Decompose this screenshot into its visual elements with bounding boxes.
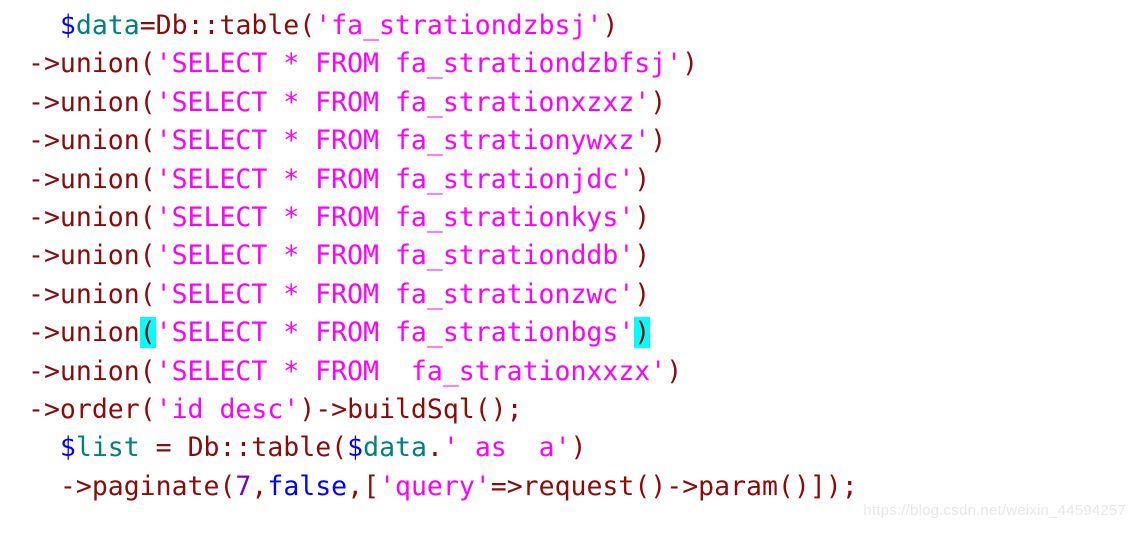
- code-token-sigil: $: [59, 432, 76, 464]
- code-token-var: data: [75, 10, 140, 41]
- code-token-plain: ->union(: [28, 163, 156, 195]
- code-token-plain: ->union(: [28, 48, 156, 80]
- code-token-number: 7: [235, 470, 252, 502]
- code-token-string: ' as a': [442, 432, 571, 464]
- code-token-plain: ->union(: [28, 201, 156, 233]
- code-token-string: 'SELECT * FROM fa_strationzwc': [155, 278, 635, 310]
- code-token-string: 'id desc': [155, 393, 300, 425]
- code-token-plain: ): [634, 201, 651, 233]
- code-token-var: data: [363, 432, 427, 464]
- code-line[interactable]: ->union('SELECT * FROM fa_strationjdc'): [0, 161, 1134, 199]
- code-token-plain: ): [634, 240, 651, 272]
- code-token-plain: ->union(: [28, 125, 156, 157]
- code-line[interactable]: ->union('SELECT * FROM fa_strationxxzx'): [0, 353, 1134, 391]
- code-token-sigil: $: [347, 432, 364, 464]
- code-line[interactable]: ->union('SELECT * FROM fa_strationdzbfsj…: [0, 45, 1134, 83]
- code-token-plain: .: [426, 432, 443, 464]
- code-token-plain: ->union(: [28, 278, 156, 310]
- code-token-plain: ): [650, 125, 667, 157]
- code-token-plain: ,: [251, 470, 268, 502]
- code-line[interactable]: ->union('SELECT * FROM fa_strationzwc'): [0, 276, 1134, 314]
- code-token-string: 'SELECT * FROM fa_strationxxzx': [155, 355, 667, 387]
- code-token-plain: ): [650, 86, 667, 118]
- code-token-sigil: $: [59, 10, 76, 41]
- code-token-plain: ->union(: [28, 240, 156, 272]
- code-token-string: 'SELECT * FROM fa_strationdzbfsj': [155, 48, 683, 80]
- code-token-var: list: [75, 432, 140, 464]
- code-token-string: 'SELECT * FROM fa_strationbgs': [155, 317, 635, 349]
- code-token-plain: ->union: [28, 317, 140, 349]
- code-token-plain: ,[: [347, 470, 380, 502]
- code-line[interactable]: ->union('SELECT * FROM fa_strationbgs'): [0, 314, 1134, 352]
- code-token-string: 'SELECT * FROM fa_strationjdc': [155, 163, 635, 195]
- code-token-plain: ): [602, 10, 619, 41]
- code-line[interactable]: ->union('SELECT * FROM fa_strationkys'): [0, 199, 1134, 237]
- code-token-plain: =>request()->param()]);: [490, 470, 858, 502]
- code-token-plain: = Db::table(: [139, 432, 348, 464]
- code-line[interactable]: $list = Db::table($data.' as a'): [0, 429, 1134, 467]
- code-token-string: 'query': [379, 470, 491, 502]
- code-line[interactable]: ->union('SELECT * FROM fa_strationddb'): [0, 237, 1134, 275]
- code-token-plain: =Db::table(: [139, 10, 316, 41]
- code-token-plain: ): [634, 278, 651, 310]
- watermark-blog-url: https://blog.csdn.net/weixin_44594257: [863, 501, 1126, 519]
- code-token-plain: ): [666, 355, 683, 387]
- code-token-plain: )->buildSql();: [299, 393, 523, 425]
- code-line[interactable]: ->union('SELECT * FROM fa_strationxzxz'): [0, 84, 1134, 122]
- code-token-keyword: false: [267, 470, 348, 502]
- code-token-string: 'SELECT * FROM fa_strationddb': [155, 240, 635, 272]
- code-token-plain: ->paginate(: [28, 470, 236, 502]
- code-line[interactable]: ->union('SELECT * FROM fa_strationywxz'): [0, 122, 1134, 160]
- code-editor-screenshot: $data=Db::table('fa_strationdzbsj') ->uni…: [0, 0, 1134, 536]
- code-token-plain: ): [570, 432, 587, 464]
- code-token-plain: ->union(: [28, 86, 156, 118]
- code-block[interactable]: $data=Db::table('fa_strationdzbsj') ->uni…: [0, 7, 1134, 506]
- code-token-plain: ): [634, 163, 651, 195]
- code-token-match: (: [139, 317, 156, 349]
- code-token-plain: ): [682, 48, 699, 80]
- code-token-string: 'fa_strationdzbsj': [315, 10, 603, 41]
- code-line[interactable]: $data=Db::table('fa_strationdzbsj'): [0, 7, 1134, 45]
- code-token-string: 'SELECT * FROM fa_strationkys': [155, 201, 635, 233]
- code-token-match: ): [634, 317, 651, 349]
- code-token-plain: ->order(: [28, 393, 156, 425]
- code-token-plain: ->union(: [28, 355, 156, 387]
- code-token-string: 'SELECT * FROM fa_strationxzxz': [155, 86, 651, 118]
- code-token-string: 'SELECT * FROM fa_strationywxz': [155, 125, 651, 157]
- code-line[interactable]: ->order('id desc')->buildSql();: [0, 391, 1134, 429]
